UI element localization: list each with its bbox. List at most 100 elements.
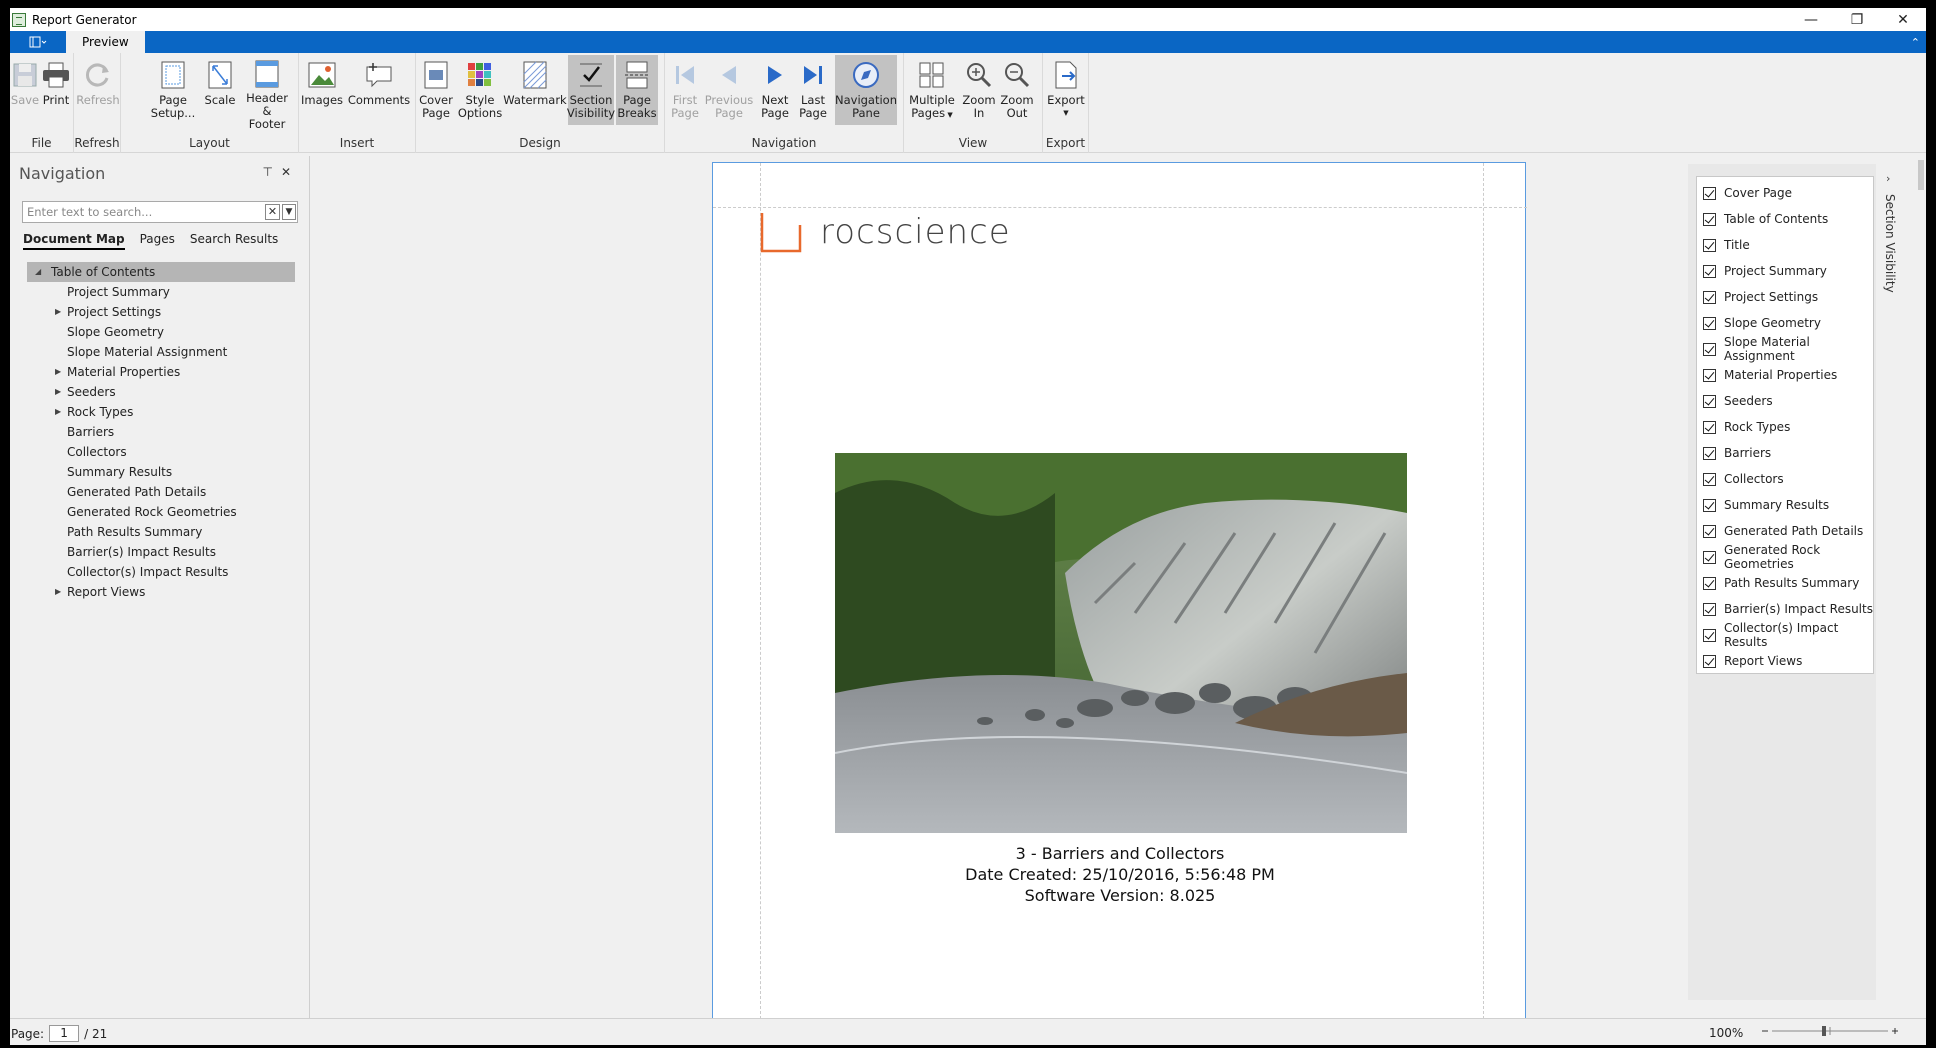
section-visibility-item[interactable]: Slope Material Assignment — [1697, 335, 1873, 363]
page-breaks-button[interactable]: Page Breaks — [616, 55, 658, 125]
expand-triangle-icon[interactable]: ▶ — [55, 402, 61, 422]
images-button[interactable]: Images — [301, 55, 343, 125]
section-visibility-item[interactable]: Summary Results — [1697, 492, 1873, 518]
last-page-button[interactable]: Last Page — [795, 55, 831, 125]
clear-search-icon[interactable]: ✕ — [265, 204, 280, 220]
scrollbar-thumb[interactable] — [1918, 160, 1924, 190]
section-visibility-item[interactable]: Collector(s) Impact Results — [1697, 621, 1873, 649]
close-icon[interactable]: ✕ — [1880, 12, 1926, 28]
tree-item[interactable]: Barriers — [27, 422, 295, 442]
header-footer-button[interactable]: Header & Footer — [241, 55, 293, 131]
zoom-in-button[interactable]: Zoom In — [962, 55, 996, 125]
checkbox-checked-icon[interactable] — [1703, 290, 1716, 304]
page-setup-button[interactable]: Page Setup... — [151, 55, 195, 125]
checkbox-checked-icon[interactable] — [1703, 654, 1716, 668]
first-page-button[interactable]: First Page — [667, 55, 703, 125]
tree-item[interactable]: Collector(s) Impact Results — [27, 562, 295, 582]
tree-item[interactable]: ▶ Project Settings — [27, 302, 295, 322]
section-visibility-side-tab[interactable]: › Section Visibility — [1878, 164, 1904, 1000]
tree-item[interactable]: Generated Rock Geometries — [27, 502, 295, 522]
tab-preview[interactable]: Preview — [66, 31, 145, 53]
expand-triangle-icon[interactable]: ▶ — [55, 582, 61, 602]
section-visibility-item[interactable]: Report Views — [1697, 648, 1873, 674]
checkbox-checked-icon[interactable] — [1703, 576, 1716, 590]
checkbox-checked-icon[interactable] — [1703, 264, 1716, 278]
app-menu-button[interactable] — [10, 31, 66, 53]
section-visibility-button[interactable]: Section Visibility — [567, 55, 615, 125]
tab-search-results[interactable]: Search Results — [190, 232, 278, 250]
section-visibility-item[interactable]: Title — [1697, 232, 1873, 258]
expand-triangle-icon[interactable]: ▶ — [55, 302, 61, 322]
checkbox-checked-icon[interactable] — [1703, 472, 1716, 486]
section-visibility-item[interactable]: Collectors — [1697, 466, 1873, 492]
watermark-button[interactable]: Watermark — [503, 55, 567, 125]
cover-page-button[interactable]: Cover Page — [416, 55, 456, 125]
chevron-right-icon[interactable]: › — [1886, 172, 1890, 185]
section-visibility-item[interactable]: Rock Types — [1697, 414, 1873, 440]
tree-item[interactable]: ▶ Report Views — [27, 582, 295, 602]
checkbox-checked-icon[interactable] — [1703, 238, 1716, 252]
tree-item[interactable]: ▶ Seeders — [27, 382, 295, 402]
tree-item[interactable]: Slope Material Assignment — [27, 342, 295, 362]
tree-item[interactable]: ▶ Rock Types — [27, 402, 295, 422]
refresh-button[interactable]: Refresh — [76, 55, 120, 125]
section-visibility-item[interactable]: Path Results Summary — [1697, 570, 1873, 596]
tree-item-table-of-contents[interactable]: ◢ Table of Contents — [27, 262, 295, 282]
tree-item[interactable]: Slope Geometry — [27, 322, 295, 342]
checkbox-checked-icon[interactable] — [1703, 498, 1716, 512]
scale-button[interactable]: Scale — [203, 55, 237, 125]
minimize-icon[interactable]: — — [1788, 12, 1834, 28]
ribbon-collapse-icon[interactable]: ⌃ — [1911, 36, 1920, 49]
checkbox-checked-icon[interactable] — [1703, 394, 1716, 408]
checkbox-checked-icon[interactable] — [1703, 524, 1716, 538]
checkbox-checked-icon[interactable] — [1703, 212, 1716, 226]
style-options-button[interactable]: Style Options — [458, 55, 502, 125]
close-pane-icon[interactable]: ✕ — [281, 165, 299, 179]
checkbox-checked-icon[interactable] — [1703, 420, 1716, 434]
checkbox-checked-icon[interactable] — [1703, 186, 1716, 200]
checkbox-checked-icon[interactable] — [1703, 316, 1716, 330]
tab-document-map[interactable]: Document Map — [23, 232, 125, 250]
tree-item[interactable]: Collectors — [27, 442, 295, 462]
collapse-triangle-icon[interactable]: ◢ — [35, 262, 41, 282]
section-visibility-item[interactable]: Seeders — [1697, 388, 1873, 414]
tree-item[interactable]: Summary Results — [27, 462, 295, 482]
section-visibility-item[interactable]: Project Settings — [1697, 284, 1873, 310]
section-visibility-item[interactable]: Generated Rock Geometries — [1697, 543, 1873, 571]
section-visibility-item[interactable]: Table of Contents — [1697, 206, 1873, 232]
navigation-pane-button[interactable]: Navigation Pane — [835, 55, 897, 125]
tree-item[interactable]: Project Summary — [27, 282, 295, 302]
multiple-pages-button[interactable]: Multiple Pages ▼ — [908, 55, 956, 125]
section-visibility-item[interactable]: Cover Page — [1697, 180, 1873, 206]
checkbox-checked-icon[interactable] — [1703, 368, 1716, 382]
zoom-out-button[interactable]: Zoom Out — [1000, 55, 1034, 125]
tree-item[interactable]: Path Results Summary — [27, 522, 295, 542]
checkbox-checked-icon[interactable] — [1703, 602, 1716, 616]
expand-triangle-icon[interactable]: ▶ — [55, 362, 61, 382]
search-input[interactable]: Enter text to search... ✕ ▼ — [22, 201, 298, 223]
previous-page-button[interactable]: Previous Page — [703, 55, 755, 125]
expand-triangle-icon[interactable]: ▶ — [55, 382, 61, 402]
section-visibility-item[interactable]: Barriers — [1697, 440, 1873, 466]
current-page-input[interactable]: 1 — [49, 1025, 80, 1042]
section-visibility-item[interactable]: Project Summary — [1697, 258, 1873, 284]
zoom-slider[interactable] — [1760, 1023, 1900, 1039]
save-button[interactable]: Save — [11, 55, 39, 125]
print-button[interactable]: Print — [41, 55, 71, 125]
comments-button[interactable]: Comments — [347, 55, 411, 125]
tab-pages[interactable]: Pages — [140, 232, 175, 250]
export-button[interactable]: Export ▼ — [1047, 55, 1085, 125]
tree-item[interactable]: Generated Path Details — [27, 482, 295, 502]
section-visibility-item[interactable]: Generated Path Details — [1697, 518, 1873, 544]
pin-icon[interactable]: ⊤ — [262, 165, 280, 179]
checkbox-checked-icon[interactable] — [1703, 342, 1716, 356]
checkbox-checked-icon[interactable] — [1703, 550, 1716, 564]
section-visibility-item[interactable]: Slope Geometry — [1697, 310, 1873, 336]
search-options-dropdown-icon[interactable]: ▼ — [282, 204, 296, 220]
next-page-button[interactable]: Next Page — [757, 55, 793, 125]
section-visibility-item[interactable]: Material Properties — [1697, 362, 1873, 388]
restore-icon[interactable]: ❐ — [1834, 12, 1880, 28]
section-visibility-item[interactable]: Barrier(s) Impact Results — [1697, 596, 1873, 622]
vertical-scrollbar[interactable] — [1916, 156, 1926, 1018]
checkbox-checked-icon[interactable] — [1703, 628, 1716, 642]
